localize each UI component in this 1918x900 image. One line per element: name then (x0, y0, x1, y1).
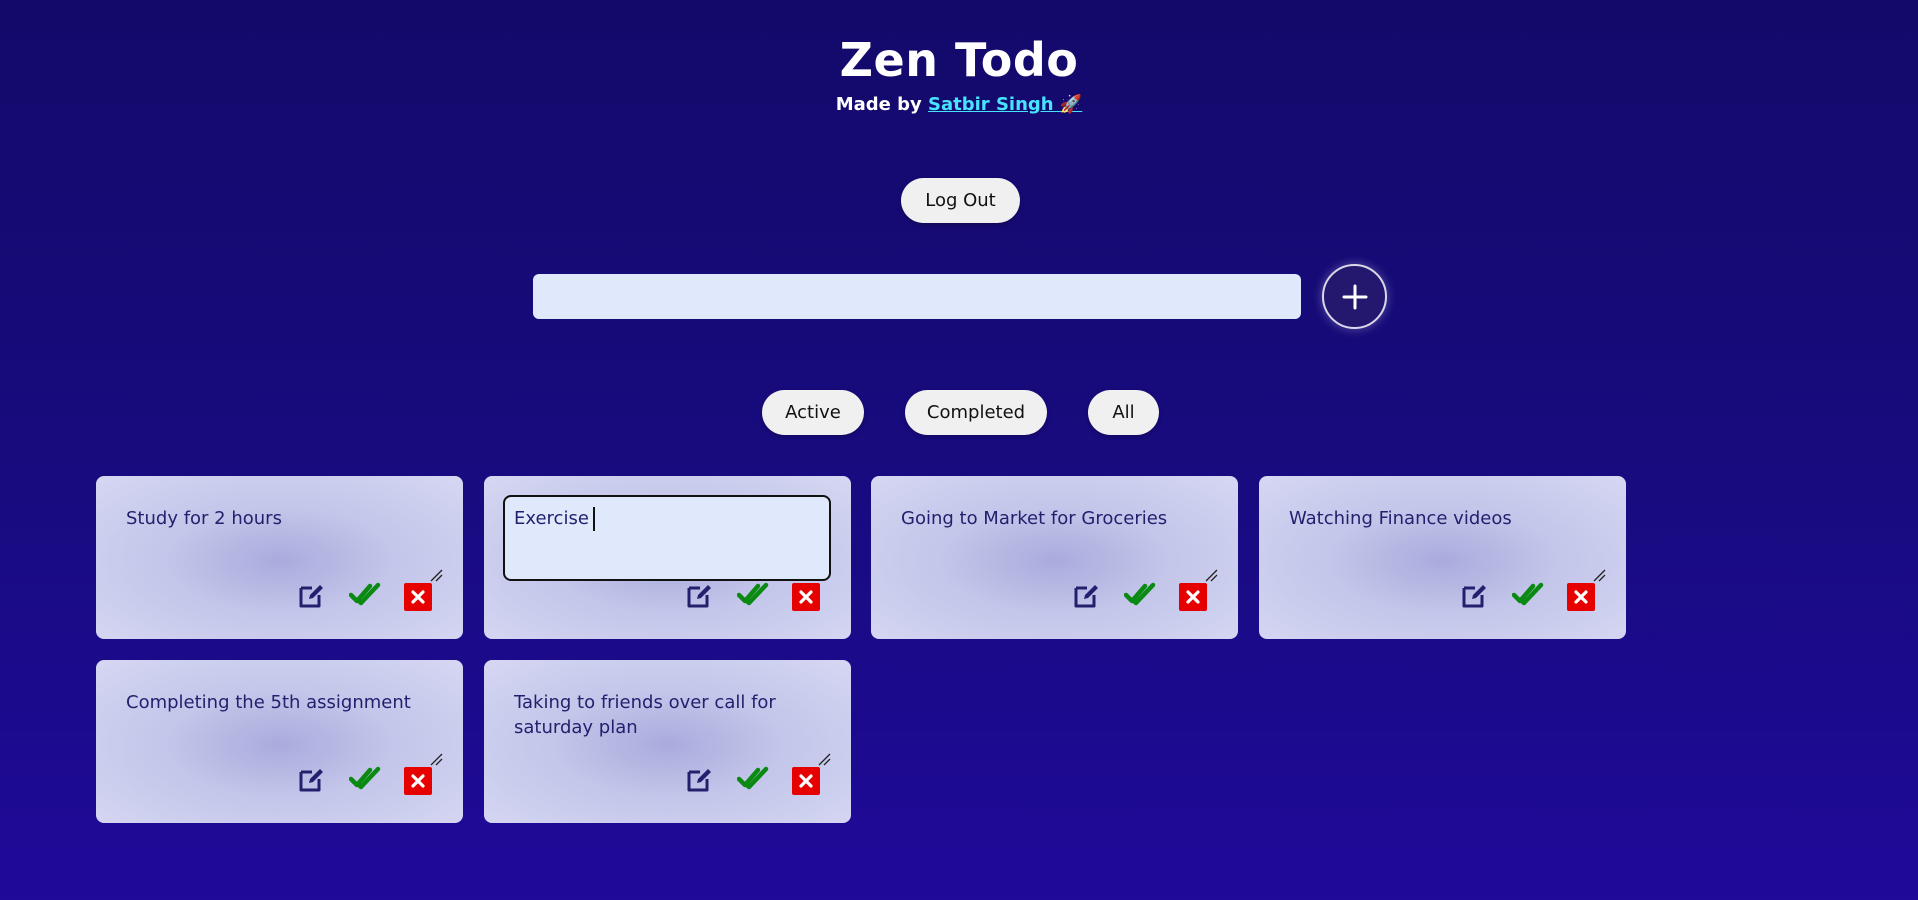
edit-icon (1460, 580, 1490, 614)
todo-text: Exercise (514, 508, 589, 529)
todo-card: Taking to friends over call for saturday… (484, 660, 851, 823)
close-icon (1567, 583, 1595, 611)
subtitle: Made by Satbir Singh 🚀 (0, 94, 1918, 115)
double-check-icon (348, 580, 381, 614)
todo-card: Exercise (484, 476, 851, 639)
todo-card: Study for 2 hours (96, 476, 463, 639)
author-link[interactable]: Satbir Singh 🚀 (928, 94, 1082, 115)
todo-text: Completing the 5th assignment (126, 692, 411, 713)
resize-handle-icon[interactable] (429, 567, 443, 582)
filter-completed-button[interactable]: Completed (905, 390, 1047, 435)
edit-button[interactable] (297, 582, 327, 612)
edit-icon (297, 764, 327, 798)
close-icon (792, 583, 820, 611)
delete-button[interactable] (791, 582, 821, 612)
delete-button[interactable] (403, 766, 433, 796)
complete-button[interactable] (348, 580, 381, 614)
filter-active-button[interactable]: Active (762, 390, 864, 435)
close-icon (1179, 583, 1207, 611)
edit-icon (685, 764, 715, 798)
todo-actions (685, 582, 821, 612)
complete-button[interactable] (348, 764, 381, 798)
app-title: Zen Todo (839, 33, 1079, 87)
todo-text: Taking to friends over call for saturday… (514, 692, 776, 738)
double-check-icon (348, 764, 381, 798)
todo-actions (297, 582, 433, 612)
complete-button[interactable] (736, 764, 769, 798)
filter-all-button[interactable]: All (1088, 390, 1159, 435)
resize-handle-icon[interactable] (817, 751, 831, 766)
resize-handle-icon[interactable] (1592, 567, 1606, 582)
edit-button[interactable] (685, 766, 715, 796)
todo-actions (297, 766, 433, 796)
todo-edit-textarea[interactable]: Exercise (503, 495, 831, 581)
plus-icon (1342, 284, 1367, 309)
close-icon (404, 583, 432, 611)
add-todo-button[interactable] (1322, 264, 1387, 329)
todo-text: Watching Finance videos (1289, 508, 1512, 529)
todo-actions (1072, 582, 1208, 612)
double-check-icon (1123, 580, 1156, 614)
todo-actions (1460, 582, 1596, 612)
todo-card: Completing the 5th assignment (96, 660, 463, 823)
todo-card: Going to Market for Groceries (871, 476, 1238, 639)
double-check-icon (1511, 580, 1544, 614)
close-icon (404, 767, 432, 795)
edit-icon (1072, 580, 1102, 614)
todo-actions (685, 766, 821, 796)
complete-button[interactable] (736, 580, 769, 614)
close-icon (792, 767, 820, 795)
todo-text: Going to Market for Groceries (901, 508, 1168, 529)
todo-text: Study for 2 hours (126, 508, 282, 529)
edit-button[interactable] (685, 582, 715, 612)
delete-button[interactable] (1566, 582, 1596, 612)
made-by-label: Made by (835, 94, 922, 115)
complete-button[interactable] (1511, 580, 1544, 614)
double-check-icon (736, 764, 769, 798)
edit-icon (685, 580, 715, 614)
edit-button[interactable] (297, 766, 327, 796)
edit-icon (297, 580, 327, 614)
delete-button[interactable] (403, 582, 433, 612)
edit-button[interactable] (1460, 582, 1490, 612)
text-caret (592, 507, 595, 531)
delete-button[interactable] (791, 766, 821, 796)
delete-button[interactable] (1178, 582, 1208, 612)
logout-button[interactable]: Log Out (901, 178, 1020, 223)
double-check-icon (736, 580, 769, 614)
new-todo-input[interactable] (533, 274, 1301, 319)
resize-handle-icon[interactable] (429, 751, 443, 766)
complete-button[interactable] (1123, 580, 1156, 614)
todo-card: Watching Finance videos (1259, 476, 1626, 639)
edit-button[interactable] (1072, 582, 1102, 612)
resize-handle-icon[interactable] (1204, 567, 1218, 582)
header: Zen Todo Made by Satbir Singh 🚀 (0, 30, 1918, 115)
